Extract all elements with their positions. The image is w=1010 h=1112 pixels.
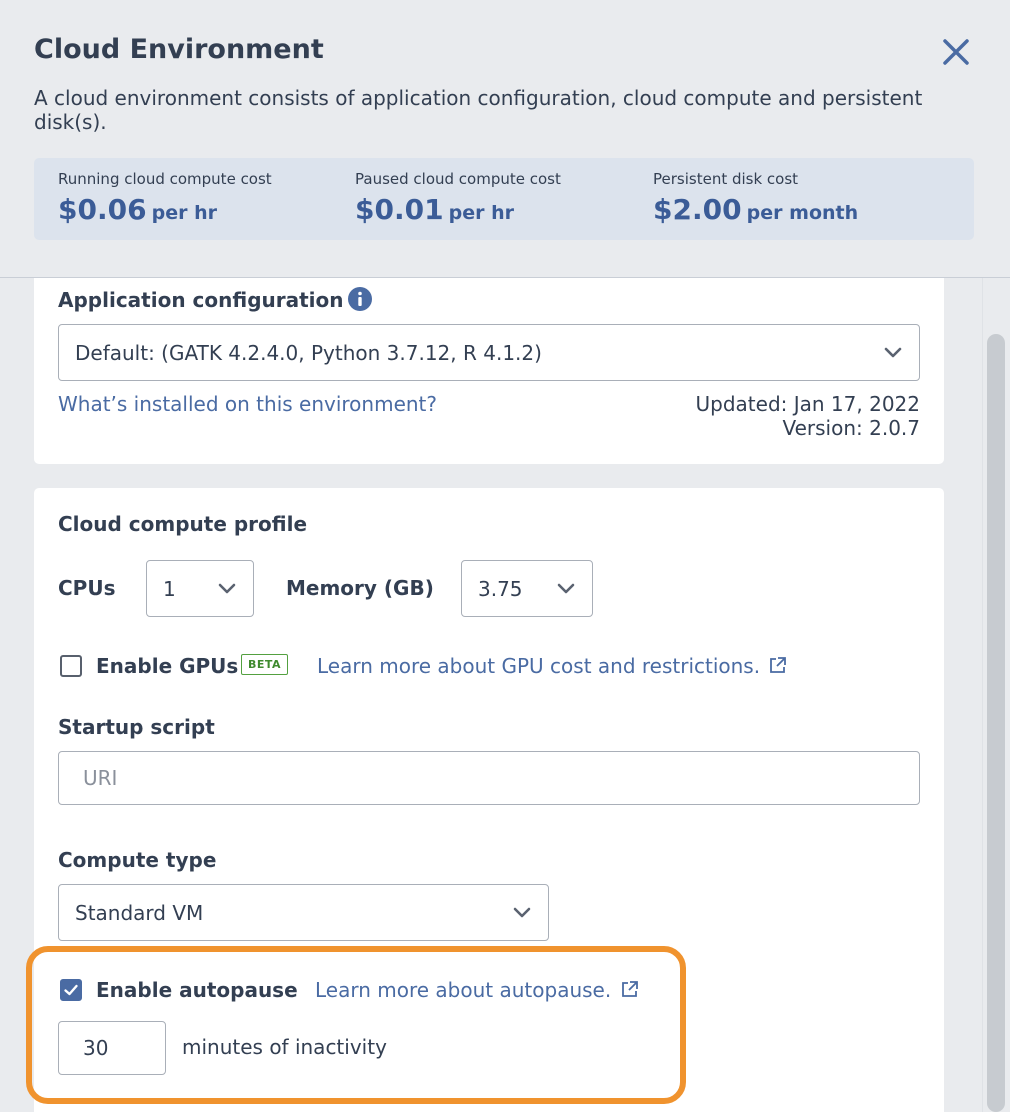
external-link-icon <box>621 981 638 997</box>
info-icon[interactable] <box>348 287 372 311</box>
autopause-learn-more-text: Learn more about autopause. <box>315 978 612 1002</box>
check-icon <box>64 984 78 996</box>
startup-script-placeholder: URI <box>83 766 118 790</box>
cost-label: Paused cloud compute cost <box>355 170 561 188</box>
cost-amount: $0.06 <box>58 193 147 226</box>
enable-autopause-checkbox[interactable] <box>60 979 82 1001</box>
cost-unit: per hr <box>448 202 515 224</box>
autopause-suffix-label: minutes of inactivity <box>182 1035 387 1059</box>
enable-gpus-checkbox[interactable] <box>60 655 82 677</box>
enable-gpus-label: Enable GPUs <box>96 654 239 678</box>
chevron-down-icon <box>884 347 902 357</box>
whats-installed-link[interactable]: What’s installed on this environment? <box>58 392 437 416</box>
scrollbar-thumb[interactable] <box>987 334 1005 1112</box>
cost-unit: per month <box>746 202 859 224</box>
cost-label: Persistent disk cost <box>653 170 799 188</box>
modal-description: A cloud environment consists of applicat… <box>34 86 923 134</box>
version-number: Version: 2.0.7 <box>782 416 920 440</box>
close-button[interactable] <box>938 34 974 70</box>
compute-type-label: Compute type <box>58 848 217 872</box>
autopause-minutes-input[interactable]: 30 <box>58 1021 166 1075</box>
close-icon <box>943 39 969 65</box>
startup-script-input[interactable]: URI <box>58 751 920 805</box>
app-config-card: Application configuration Default: (GATK… <box>34 278 944 464</box>
cost-running: Running cloud compute cost $0.06 per hr <box>58 170 272 226</box>
updated-date: Updated: Jan 17, 2022 <box>695 392 920 416</box>
chevron-down-icon <box>513 907 531 917</box>
compute-profile-card: Cloud compute profile CPUs 1 Memory (GB)… <box>34 488 944 1112</box>
compute-type-select[interactable]: Standard VM <box>58 884 549 941</box>
beta-badge: BETA <box>241 654 289 675</box>
autopause-learn-more-link[interactable]: Learn more about autopause. <box>315 978 639 1002</box>
memory-select[interactable]: 3.75 <box>461 560 593 617</box>
app-config-label: Application configuration <box>58 288 344 312</box>
version-info: Updated: Jan 17, 2022 Version: 2.0.7 <box>696 392 920 440</box>
cpus-value: 1 <box>163 576 176 601</box>
compute-type-value: Standard VM <box>75 900 204 925</box>
app-config-select[interactable]: Default: (GATK 4.2.4.0, Python 3.7.12, R… <box>58 324 920 381</box>
app-config-value: Default: (GATK 4.2.4.0, Python 3.7.12, R… <box>75 340 542 365</box>
external-link-icon <box>770 657 787 673</box>
compute-profile-label: Cloud compute profile <box>58 512 308 536</box>
cost-paused: Paused cloud compute cost $0.01 per hr <box>355 170 561 226</box>
cost-amount: $0.01 <box>355 193 444 226</box>
startup-script-label: Startup script <box>58 715 215 739</box>
cpus-select[interactable]: 1 <box>146 560 254 617</box>
autopause-minutes-value: 30 <box>83 1036 109 1060</box>
chevron-down-icon <box>218 583 236 593</box>
cost-unit: per hr <box>151 202 218 224</box>
gpu-learn-more-text: Learn more about GPU cost and restrictio… <box>317 654 761 678</box>
modal-header: Cloud Environment A cloud environment co… <box>0 0 1010 278</box>
cost-disk: Persistent disk cost $2.00 per month <box>653 170 858 226</box>
enable-autopause-label: Enable autopause <box>96 978 298 1002</box>
gpu-learn-more-link[interactable]: Learn more about GPU cost and restrictio… <box>317 654 787 678</box>
cost-amount: $2.00 <box>653 193 742 226</box>
cpus-label: CPUs <box>58 576 116 600</box>
cost-label: Running cloud compute cost <box>58 170 272 188</box>
cost-summary: Running cloud compute cost $0.06 per hr … <box>34 158 974 240</box>
page-title: Cloud Environment <box>34 34 324 65</box>
memory-label: Memory (GB) <box>286 576 434 600</box>
memory-value: 3.75 <box>478 576 523 601</box>
chevron-down-icon <box>557 583 575 593</box>
